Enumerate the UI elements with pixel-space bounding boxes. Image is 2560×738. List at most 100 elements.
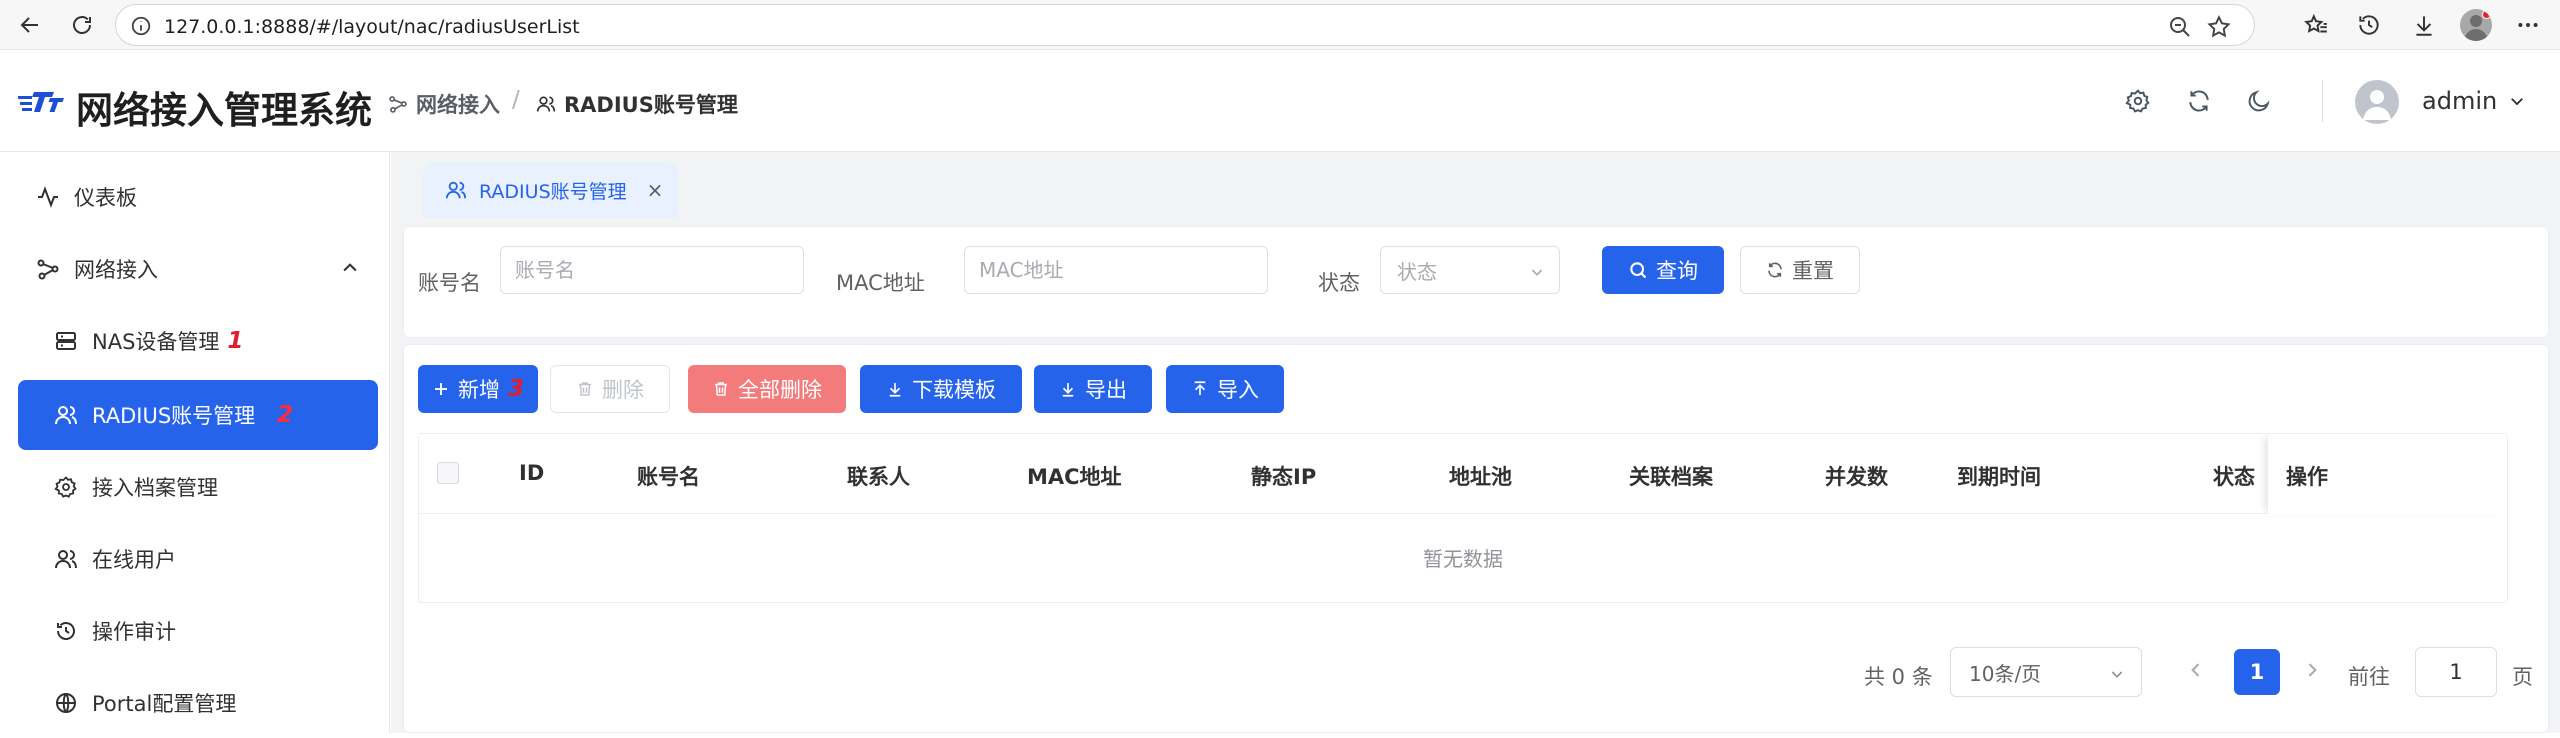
delete-label: 删除 <box>602 378 644 402</box>
column-header[interactable]: 并发数 <box>1825 461 1888 491</box>
export-label: 导出 <box>1085 378 1127 402</box>
zoom-out-icon[interactable] <box>2168 15 2192 39</box>
server-icon <box>52 327 80 355</box>
users-icon <box>445 179 467 201</box>
breadcrumb-item-network[interactable]: 网络接入 <box>388 89 500 119</box>
annotation-mark: 2 <box>277 402 294 428</box>
plus-icon <box>434 383 447 395</box>
sidebar-item-label: 在线用户 <box>92 548 176 572</box>
chevron-down-icon[interactable] <box>2508 92 2526 110</box>
column-header[interactable]: 到期时间 <box>1957 461 2041 491</box>
reload-icon[interactable] <box>66 9 98 41</box>
users-icon <box>52 545 80 573</box>
annotation-mark: 1 <box>227 328 244 354</box>
page-suffix: 页 <box>2512 665 2533 689</box>
download-template-button[interactable]: 下载模板 <box>860 365 1022 413</box>
radius-user-table: ID 账号名 联系人 MAC地址 静态IP 地址池 关联档案 并发数 到期时间 … <box>418 433 2508 603</box>
profile-avatar[interactable] <box>2460 9 2492 41</box>
breadcrumb-label: RADIUS账号管理 <box>564 93 738 117</box>
site-info-icon[interactable] <box>130 15 152 37</box>
add-button[interactable]: 新增 3 <box>418 365 538 413</box>
select-all-checkbox[interactable] <box>437 462 459 484</box>
browser-toolbar: 127.0.0.1:8888/#/layout/nac/radiusUserLi… <box>0 0 2560 50</box>
sidebar-item-audit[interactable]: 操作审计 <box>18 596 378 666</box>
app-logo-icon <box>18 88 66 114</box>
column-header[interactable]: 静态IP <box>1251 461 1316 491</box>
goto-page-input[interactable] <box>2415 647 2497 697</box>
page-number-current[interactable]: 1 <box>2234 649 2280 695</box>
reset-button[interactable]: 重置 <box>1740 246 1860 294</box>
user-avatar[interactable] <box>2355 80 2399 124</box>
address-bar[interactable]: 127.0.0.1:8888/#/layout/nac/radiusUserLi… <box>115 4 2255 46</box>
page-size-value: 10条/页 <box>1969 661 2042 686</box>
sidebar-item-label: Portal配置管理 <box>92 692 237 716</box>
upload-icon <box>1194 381 1206 395</box>
tab-radius-accounts[interactable]: RADIUS账号管理 × <box>423 162 678 218</box>
tab-label: RADIUS账号管理 <box>479 180 627 203</box>
sidebar-item-dashboard[interactable]: 仪表板 <box>18 162 378 232</box>
app-header: 网络接入管理系统 网络接入 / RADIUS账号管理 admin <box>0 50 2560 152</box>
next-page-icon[interactable] <box>2304 660 2320 680</box>
prev-page-icon[interactable] <box>2188 660 2204 680</box>
trash-icon <box>579 382 591 396</box>
sidebar-item-access-profile[interactable]: 接入档案管理 <box>18 452 378 522</box>
sidebar-item-label: 接入档案管理 <box>92 476 218 500</box>
sidebar-item-nas[interactable]: NAS设备管理 1 <box>18 306 378 376</box>
refresh-icon[interactable] <box>2183 85 2215 117</box>
status-select[interactable]: 状态 <box>1380 246 1560 294</box>
sidebar-item-label: 网络接入 <box>74 258 158 282</box>
delete-all-button[interactable]: 全部删除 <box>688 365 846 413</box>
empty-state: 暂无数据 <box>1423 547 1503 571</box>
activity-icon <box>34 183 62 211</box>
dark-mode-moon-icon[interactable] <box>2243 85 2275 117</box>
delete-button[interactable]: 删除 <box>550 365 670 413</box>
account-input[interactable] <box>500 246 804 294</box>
import-button[interactable]: 导入 <box>1166 365 1284 413</box>
sidebar-group-network[interactable]: 网络接入 <box>18 234 378 304</box>
network-icon <box>389 96 407 113</box>
notification-dot <box>2482 10 2491 19</box>
operation-column: 操作 <box>2267 434 2507 514</box>
mac-input[interactable] <box>964 246 1268 294</box>
export-button[interactable]: 导出 <box>1034 365 1152 413</box>
favorites-icon[interactable] <box>2300 9 2332 41</box>
download-template-label: 下载模板 <box>912 378 996 402</box>
sidebar-item-radius[interactable]: RADIUS账号管理 2 <box>18 380 378 450</box>
add-label: 新增 <box>457 378 500 402</box>
column-header[interactable]: 联系人 <box>847 461 910 491</box>
sidebar-item-portal[interactable]: Portal配置管理 <box>18 668 378 738</box>
query-button[interactable]: 查询 <box>1602 246 1724 294</box>
app-title: 网络接入管理系统 <box>76 89 372 132</box>
column-header[interactable]: MAC地址 <box>1027 461 1122 491</box>
breadcrumb-separator: / <box>512 87 520 113</box>
users-icon <box>536 96 556 112</box>
pagination-total: 共 0 条 <box>1864 665 1933 689</box>
table-header: ID 账号名 联系人 MAC地址 静态IP 地址池 关联档案 并发数 到期时间 … <box>419 434 2507 514</box>
favorite-star-icon[interactable] <box>2206 14 2232 40</box>
users-icon <box>52 401 80 429</box>
column-header[interactable]: ID <box>519 461 544 485</box>
history-icon[interactable] <box>2353 9 2385 41</box>
search-form: 账号名 MAC地址 状态 状态 查询 重置 <box>403 226 2549 338</box>
close-icon[interactable]: × <box>647 178 664 202</box>
page-size-select[interactable]: 10条/页 <box>1950 647 2142 697</box>
more-menu-icon[interactable] <box>2512 9 2544 41</box>
column-header[interactable]: 账号名 <box>637 461 700 491</box>
reset-label: 重置 <box>1792 259 1834 283</box>
column-header: 操作 <box>2286 465 2328 489</box>
annotation-mark: 3 <box>507 376 524 402</box>
column-header[interactable]: 状态 <box>2213 461 2255 491</box>
chevron-up-icon[interactable] <box>340 258 360 278</box>
trash-icon <box>715 382 727 396</box>
settings-gear-icon[interactable] <box>2122 85 2154 117</box>
chevron-down-icon <box>1529 264 1545 280</box>
table-card: 新增 3 删除 全部删除 下载模板 导出 导入 ID 账号名 联系人 MAC地址… <box>403 344 2549 733</box>
sidebar-item-online-users[interactable]: 在线用户 <box>18 524 378 594</box>
sidebar-item-label: 操作审计 <box>92 620 176 644</box>
download-icon[interactable] <box>2408 9 2440 41</box>
column-header[interactable]: 关联档案 <box>1629 461 1713 491</box>
username[interactable]: admin <box>2422 87 2497 115</box>
column-header[interactable]: 地址池 <box>1449 461 1512 491</box>
back-arrow-icon[interactable] <box>14 9 46 41</box>
mac-label: MAC地址 <box>836 271 925 295</box>
